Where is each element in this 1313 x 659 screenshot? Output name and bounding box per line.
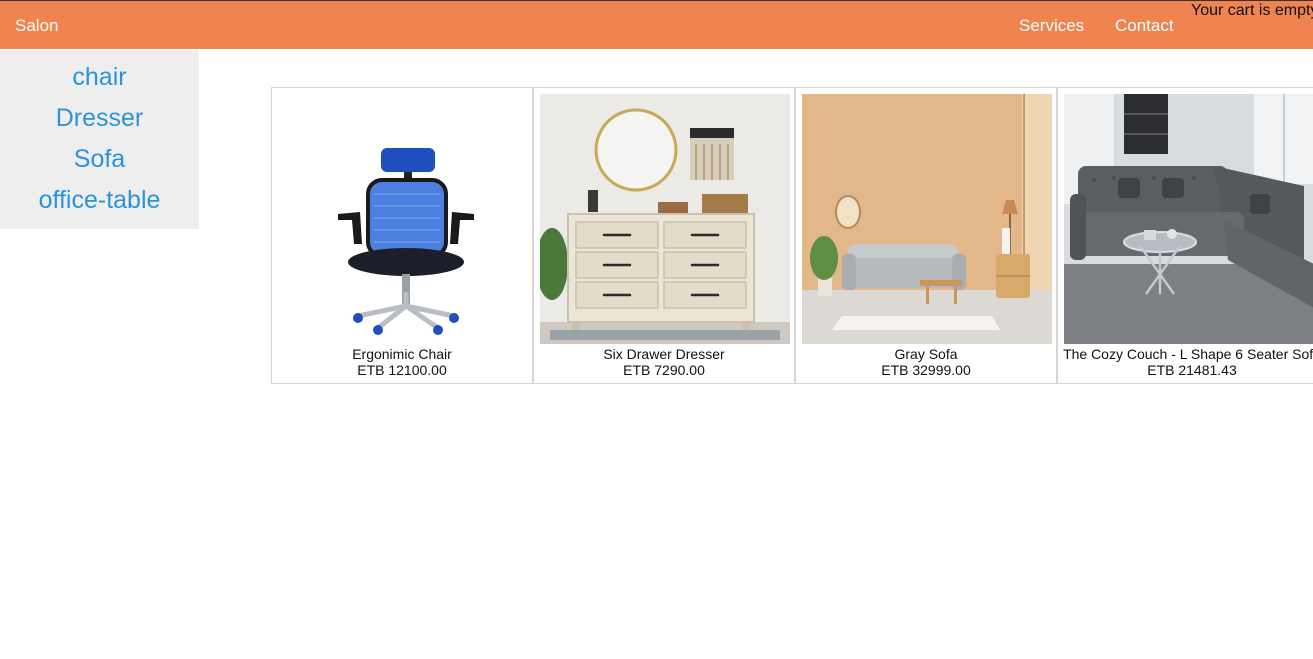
category-link-office-table[interactable]: office-table [0, 185, 199, 215]
product-name: Six Drawer Dresser [603, 346, 725, 362]
product-name: The Cozy Couch - L Shape 6 Seater Sofa [1063, 346, 1313, 362]
category-sidebar: chair Dresser Sofa office-table [0, 50, 199, 229]
cart-status[interactable]: Your cart is empty [1191, 2, 1313, 20]
category-link-dresser[interactable]: Dresser [0, 103, 199, 133]
product-name: Ergonimic Chair [352, 346, 452, 362]
brand-link[interactable]: Salon [15, 16, 58, 36]
product-price: ETB 12100.00 [357, 362, 447, 378]
product-price: ETB 7290.00 [623, 362, 705, 378]
nav-services-link[interactable]: Services [1019, 16, 1084, 36]
product-name: Gray Sofa [894, 346, 958, 362]
category-link-sofa[interactable]: Sofa [0, 144, 199, 174]
sofa-image [802, 94, 1052, 344]
nav-contact-link[interactable]: Contact [1115, 16, 1174, 36]
product-price: ETB 21481.43 [1147, 362, 1237, 378]
office-chair-image [278, 94, 528, 344]
product-card[interactable]: Gray Sofa ETB 32999.00 [795, 87, 1057, 384]
product-card[interactable]: Six Drawer Dresser ETB 7290.00 [533, 87, 795, 384]
category-link-chair[interactable]: chair [0, 62, 199, 92]
product-price: ETB 32999.00 [881, 362, 971, 378]
product-card[interactable]: Ergonimic Chair ETB 12100.00 [271, 87, 533, 384]
product-card[interactable]: The Cozy Couch - L Shape 6 Seater Sofa E… [1057, 87, 1313, 384]
dresser-image [540, 94, 790, 344]
sectional-sofa-image [1064, 94, 1313, 344]
top-navbar: Salon Services Contact Your cart is empt… [0, 0, 1313, 49]
